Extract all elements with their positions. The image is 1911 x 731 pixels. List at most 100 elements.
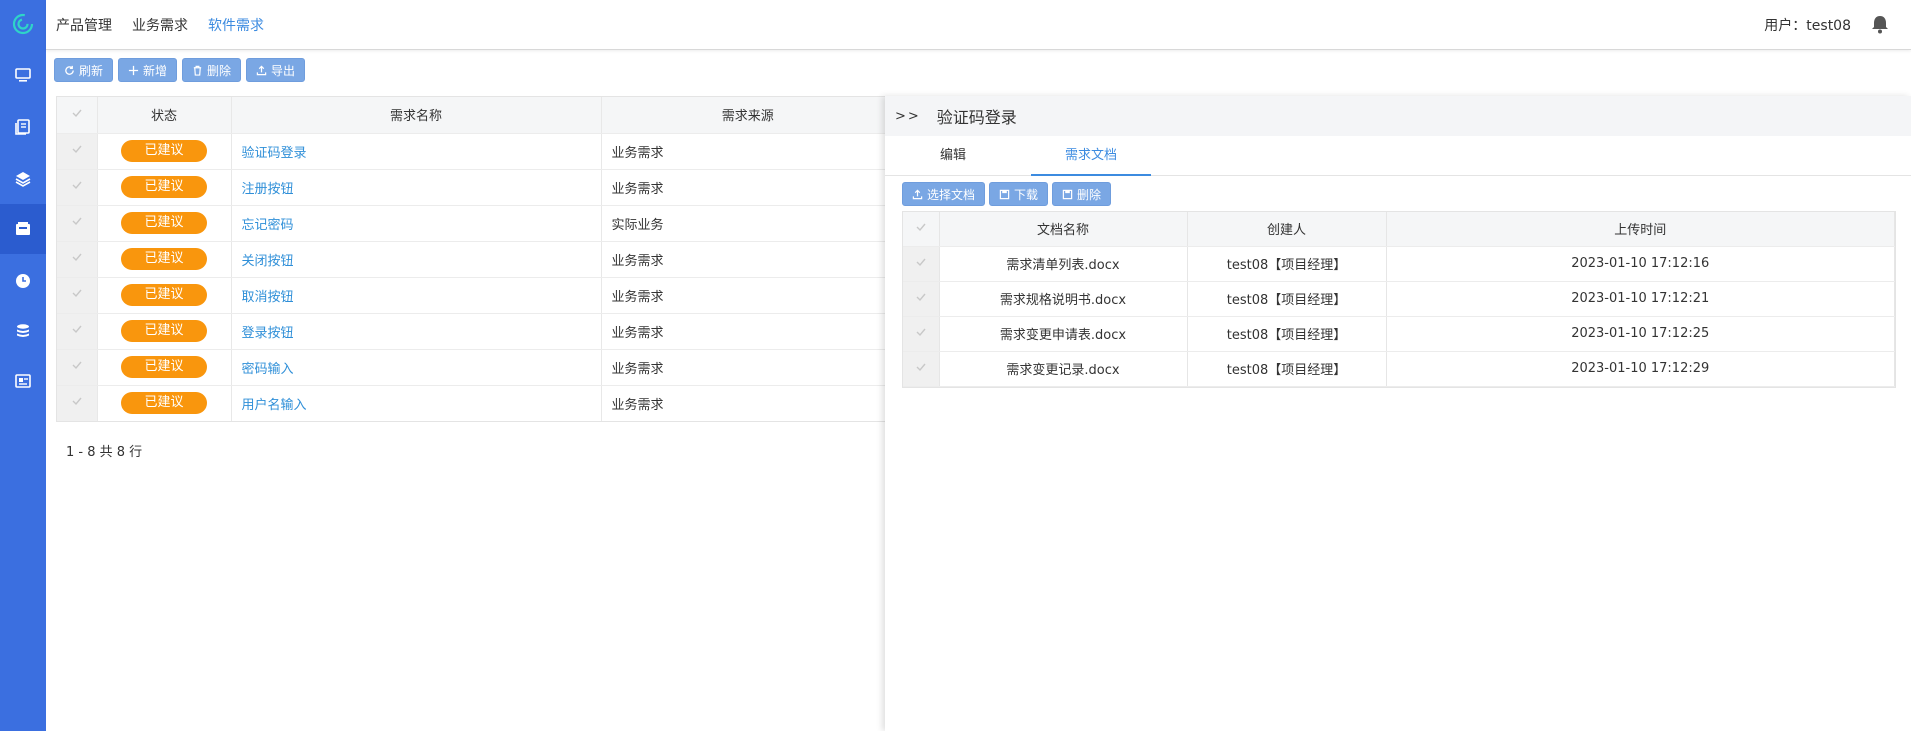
requirement-name-link[interactable]: 登录按钮 [231,313,602,350]
user-label: 用户：test08 [1764,18,1851,34]
row-checkbox[interactable] [57,205,98,242]
requirement-source: 业务需求 [601,385,895,421]
doc-row[interactable]: 需求变更申请表.docx test08【项目经理】 2023-01-10 17:12… [903,316,1895,352]
table-row[interactable]: 已建议 密码输入 业务需求 [57,349,895,386]
delete-document-button[interactable]: 删除 [1052,182,1112,206]
table-row[interactable]: 已建议 注册按钮 业务需求 [57,169,895,206]
select-all-docs-checkbox[interactable] [903,212,940,247]
row-checkbox[interactable] [57,277,98,314]
check-icon [916,363,926,371]
doc-row[interactable]: 需求规格说明书.docx test08【项目经理】 2023-01-10 17:12… [903,281,1895,317]
delete-button[interactable]: 删除 [182,58,242,82]
column-header-creator[interactable]: 创建人 [1187,212,1387,247]
sidebar-item-inbox[interactable] [0,204,46,254]
requirements-table: 状态 需求名称 需求来源 已建议 验证码登录 业务需求 已建议 注册按钮 业务需求 已建议忘… [56,96,896,422]
nav-product-management[interactable]: 产品管理 [56,15,112,35]
doc-upload-time: 2023-01-10 17:12:25 [1386,316,1895,352]
check-icon [916,258,926,266]
download-button[interactable]: 下载 [989,182,1049,206]
doc-row-checkbox[interactable] [903,316,940,352]
app-logo-icon[interactable] [11,12,35,36]
requirement-source: 业务需求 [601,277,895,314]
check-icon [72,397,82,406]
check-icon [916,293,926,301]
status-cell: 已建议 [97,241,232,278]
table-row[interactable]: 已建议 用户名输入 业务需求 [57,385,895,421]
layers-icon [15,172,31,187]
status-cell: 已建议 [97,313,232,350]
requirement-name-link[interactable]: 密码输入 [231,349,602,386]
column-header-status[interactable]: 状态 [97,97,232,134]
table-row[interactable]: 已建议 取消按钮 业务需求 [57,277,895,314]
export-button[interactable]: 导出 [246,58,306,82]
clock-icon [16,274,30,288]
docs-toolbar: 选择文档 下载 删除 [902,182,1112,206]
column-header-name[interactable]: 需求名称 [231,97,602,134]
check-icon [72,145,82,154]
check-icon [916,223,926,231]
bell-icon[interactable] [1869,13,1891,35]
sidebar-item-database[interactable] [0,306,46,356]
doc-name: 需求规格说明书.docx [939,281,1188,317]
status-badge: 已建议 [121,392,207,414]
top-nav: 产品管理 业务需求 软件需求 [56,15,264,35]
doc-creator: test08【项目经理】 [1187,316,1387,352]
table-row[interactable]: 已建议 登录按钮 业务需求 [57,313,895,350]
table-row[interactable]: 已建议 关闭按钮 业务需求 [57,241,895,278]
column-header-source[interactable]: 需求来源 [601,97,895,134]
refresh-icon [65,65,74,75]
main-toolbar: 刷新 新增 删除 导出 [54,58,306,82]
column-header-doc-name[interactable]: 文档名称 [939,212,1188,247]
nav-business-requirements[interactable]: 业务需求 [132,15,188,35]
documents-table: 文档名称 创建人 上传时间 需求清单列表.docx test08【项目经理】 202… [902,211,1896,388]
add-button[interactable]: 新增 [118,58,178,82]
requirement-name-link[interactable]: 取消按钮 [231,277,602,314]
status-cell: 已建议 [97,349,232,386]
requirement-source: 业务需求 [601,169,895,206]
sidebar-item-clock[interactable] [0,256,46,306]
requirement-name-link[interactable]: 用户名输入 [231,385,602,421]
status-cell: 已建议 [97,169,232,206]
sidebar [0,0,46,731]
choose-document-label: 选择文档 [927,187,976,202]
collapse-panel-button[interactable]: >> [895,109,921,124]
doc-row[interactable]: 需求清单列表.docx test08【项目经理】 2023-01-10 17:12:… [903,246,1895,282]
tab-requirement-docs[interactable]: 需求文档 [1031,136,1151,176]
sidebar-item-card[interactable] [0,356,46,406]
requirement-name-link[interactable]: 忘记密码 [231,205,602,242]
sidebar-item-book[interactable] [0,102,46,152]
check-icon [72,181,82,190]
monitor-icon [15,68,31,82]
requirement-name-link[interactable]: 注册按钮 [231,169,602,206]
column-header-upload-time[interactable]: 上传时间 [1386,212,1895,247]
choose-document-button[interactable]: 选择文档 [902,182,986,206]
refresh-button[interactable]: 刷新 [54,58,114,82]
doc-row-checkbox[interactable] [903,281,940,317]
select-all-checkbox[interactable] [57,97,98,134]
row-checkbox[interactable] [57,169,98,206]
row-checkbox[interactable] [57,133,98,170]
requirement-name-link[interactable]: 验证码登录 [231,133,602,170]
requirement-name-link[interactable]: 关闭按钮 [231,241,602,278]
table-row[interactable]: 已建议 忘记密码 实际业务 [57,205,895,242]
pagination-info: 1 - 8 共 8 行 [66,445,143,460]
row-checkbox[interactable] [57,241,98,278]
status-badge: 已建议 [121,176,207,198]
row-checkbox[interactable] [57,313,98,350]
status-badge: 已建议 [121,356,207,378]
panel-header: >> 验证码登录 [885,96,1911,136]
check-icon [72,325,82,334]
nav-software-requirements[interactable]: 软件需求 [208,15,264,35]
tab-edit[interactable]: 编辑 [893,136,1013,176]
export-label: 导出 [271,63,296,78]
sidebar-item-monitor[interactable] [0,50,46,100]
doc-row-checkbox[interactable] [903,246,940,282]
status-badge: 已建议 [121,140,207,162]
doc-row[interactable]: 需求变更记录.docx test08【项目经理】 2023-01-10 17:12:… [903,351,1895,387]
row-checkbox[interactable] [57,349,98,386]
sidebar-item-layers[interactable] [0,154,46,204]
row-checkbox[interactable] [57,385,98,421]
status-badge: 已建议 [121,212,207,234]
doc-row-checkbox[interactable] [903,351,940,387]
table-row[interactable]: 已建议 验证码登录 业务需求 [57,133,895,170]
